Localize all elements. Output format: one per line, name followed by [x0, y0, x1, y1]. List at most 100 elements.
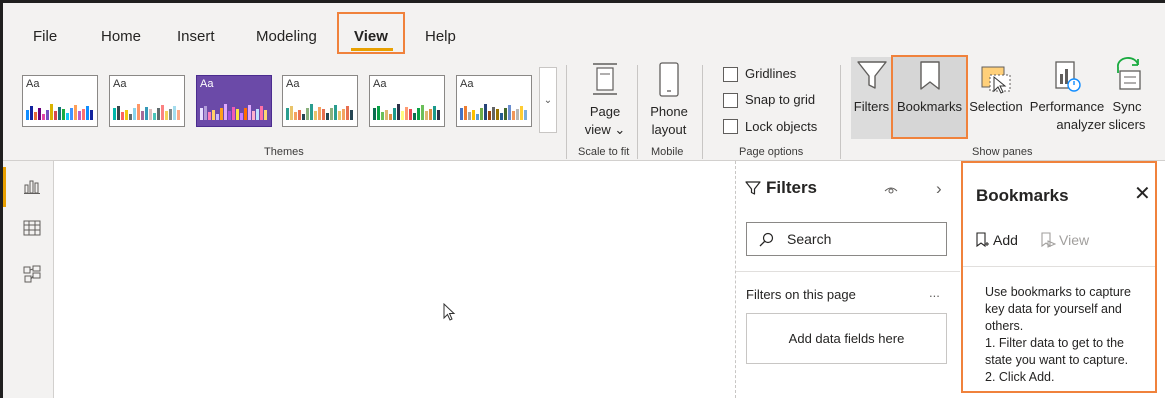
filters-search-input[interactable]: Search [746, 222, 947, 256]
performance-analyzer-button[interactable]: Performance analyzer [1027, 57, 1107, 139]
bookmarks-pane-title: Bookmarks [976, 186, 1069, 205]
search-icon [759, 232, 774, 247]
sidebar-active-indicator [3, 167, 6, 207]
theme-tile-label: Aa [460, 78, 474, 90]
performance-icon [1055, 61, 1081, 92]
performance-label-1: Performance [1029, 99, 1105, 114]
view-bookmark-button: View [1040, 231, 1096, 251]
phone-layout-label-2: layout [651, 122, 687, 137]
ribbon-separator [637, 65, 638, 159]
snap-to-grid-label: Snap to grid [745, 92, 816, 107]
help-line: others. [985, 319, 1024, 333]
view-bookmark-label: View [1059, 232, 1090, 248]
theme-tile-5[interactable]: Aa [369, 75, 445, 127]
page-options-group-label: Page options [739, 146, 804, 158]
bookmarks-pane-button[interactable]: Bookmarks [891, 55, 968, 139]
bookmarks-pane: Bookmarks ✕ Add View Use bookmarks to ca… [961, 161, 1157, 393]
help-line: Use bookmarks to capture [985, 285, 1131, 299]
model-view-icon[interactable] [23, 265, 41, 283]
menu-file[interactable]: File [33, 28, 57, 45]
add-bookmark-label: Add [993, 232, 1018, 248]
menu-insert[interactable]: Insert [177, 28, 215, 45]
help-line: 1. Filter data to get to the [985, 336, 1124, 350]
report-view-icon[interactable] [23, 177, 41, 195]
theme-tile-label: Aa [113, 78, 127, 90]
snap-to-grid-checkbox[interactable] [723, 93, 738, 108]
selection-pane-button[interactable]: Selection [966, 57, 1026, 139]
phone-layout-label-1: Phone [650, 104, 688, 119]
filters-pane-button[interactable]: Filters [851, 57, 892, 139]
lock-objects-checkbox[interactable] [723, 119, 738, 134]
data-view-icon[interactable] [23, 220, 41, 236]
window-left-border [0, 0, 3, 398]
phone-layout-button[interactable]: Phone layout [643, 62, 695, 140]
filters-more-options[interactable]: ... [929, 285, 940, 300]
theme-tile-label: Aa [200, 78, 214, 90]
theme-swatch-bars [460, 104, 527, 120]
phone-icon [659, 62, 679, 97]
menu-modeling[interactable]: Modeling [256, 28, 317, 45]
scale-to-fit-group-label: Scale to fit [578, 146, 630, 158]
menu-help[interactable]: Help [425, 28, 456, 45]
theme-tile-label: Aa [26, 78, 40, 90]
lock-objects-label: Lock objects [745, 119, 818, 134]
eye-icon[interactable] [884, 185, 898, 195]
mouse-cursor-icon [443, 303, 456, 321]
help-line: key data for yourself and [985, 302, 1122, 316]
theme-swatch-bars [286, 104, 353, 120]
filters-on-page-label: Filters on this page [746, 287, 856, 302]
menu-view[interactable]: View [354, 28, 388, 45]
filter-icon [857, 61, 887, 89]
themes-group-label: Themes [264, 146, 304, 158]
show-panes-group-label: Show panes [972, 146, 1033, 158]
theme-swatch-bars [373, 104, 440, 120]
page-view-button[interactable]: Page view ⌄ [576, 62, 634, 140]
ribbon-separator [702, 65, 703, 159]
close-icon[interactable]: ✕ [1134, 181, 1151, 206]
theme-tile-label: Aa [286, 78, 300, 90]
mobile-group-label: Mobile [651, 146, 684, 158]
selection-icon [981, 66, 1011, 94]
filters-divider [736, 271, 960, 272]
help-line: 2. Click Add. [985, 370, 1055, 384]
search-placeholder: Search [787, 231, 832, 247]
help-line: state you want to capture. [985, 353, 1129, 367]
collapse-filters-icon[interactable]: › [936, 179, 942, 199]
theme-swatch-bars [113, 104, 180, 120]
theme-tile-6[interactable]: Aa [456, 75, 532, 127]
filter-icon [745, 181, 761, 195]
gridlines-label: Gridlines [745, 66, 797, 81]
theme-tile-3-selected[interactable]: Aa [196, 75, 272, 127]
ribbon-separator [840, 65, 841, 159]
themes-more-button[interactable]: ⌄ [539, 67, 557, 133]
sync-slicers-label-1: Sync [1112, 99, 1142, 114]
filters-pane: Filters › Search Filters on this page ..… [735, 161, 961, 398]
drop-zone-text: Add data fields here [788, 331, 905, 346]
sync-slicers-label-2: slicers [1108, 117, 1146, 132]
theme-tile-2[interactable]: Aa [109, 75, 185, 127]
page-view-label-2: view ⌄ [584, 122, 626, 137]
theme-swatch-bars [200, 104, 267, 120]
page-view-label-1: Page [589, 104, 621, 119]
sync-slicers-button[interactable]: Sync slicers [1101, 57, 1153, 139]
theme-tile-label: Aa [373, 78, 387, 90]
view-bookmark-icon [1041, 232, 1056, 248]
filters-drop-zone[interactable]: Add data fields here [746, 313, 947, 364]
bookmarks-divider [963, 266, 1155, 267]
ribbon-separator [566, 65, 567, 159]
filters-pane-title: Filters [766, 178, 818, 197]
add-bookmark-icon [976, 232, 989, 248]
bookmarks-help-text: Use bookmarks to capture key data for yo… [985, 284, 1153, 386]
theme-swatch-bars [26, 104, 93, 120]
bookmarks-button-label: Bookmarks [896, 99, 963, 114]
theme-tile-4[interactable]: Aa [282, 75, 358, 127]
view-tab-underline [351, 48, 393, 51]
bookmark-icon [920, 61, 940, 90]
add-bookmark-button[interactable]: Add [975, 231, 1025, 251]
filters-button-label: Filters [853, 99, 890, 114]
gridlines-checkbox[interactable] [723, 67, 738, 82]
selection-button-label: Selection [969, 99, 1023, 114]
page-view-icon [593, 63, 617, 95]
theme-tile-1[interactable]: Aa [22, 75, 98, 127]
menu-home[interactable]: Home [101, 28, 141, 45]
